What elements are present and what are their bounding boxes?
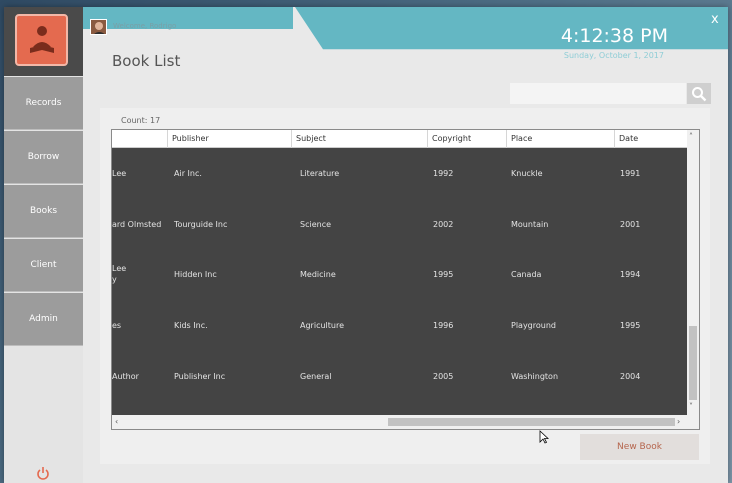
table-row[interactable]: Author Publisher Inc General 2005 Washin… — [112, 350, 687, 401]
sidebar-item-label: Borrow — [27, 152, 60, 162]
sidebar-item-borrow[interactable]: Borrow — [4, 131, 83, 184]
scroll-right-icon[interactable]: › — [677, 417, 680, 426]
grid-header: Publisher Subject Copyright Place Date — [112, 130, 687, 148]
cell-subject: Science — [300, 220, 332, 229]
cell-publisher: Hidden Inc — [174, 270, 217, 279]
welcome-text: Welcome, Rodrigo — [113, 22, 177, 30]
table-row[interactable]: ard Olmsted Tourguide Inc Science 2002 M… — [112, 199, 687, 250]
cell-author: Lee y — [112, 264, 127, 284]
cell-date: 1995 — [620, 321, 641, 330]
sidebar-item-books[interactable]: Books — [4, 185, 83, 238]
cell-publisher: Publisher Inc — [174, 372, 226, 381]
column-header-publisher[interactable]: Publisher — [168, 130, 292, 148]
clock-date: Sunday, October 1, 2017 — [563, 51, 664, 60]
cell-author: ard Olmsted — [112, 220, 162, 229]
sidebar-item-label: Admin — [29, 314, 58, 324]
cell-copyright: 2005 — [433, 372, 454, 381]
scroll-left-icon[interactable]: ‹ — [115, 417, 118, 426]
sidebar-item-records[interactable]: Records — [4, 77, 83, 130]
vertical-scrollbar[interactable]: ˄ ˅ — [687, 130, 699, 416]
reader-icon — [15, 14, 68, 66]
cell-author: es — [112, 321, 122, 330]
new-book-button[interactable]: New Book — [580, 434, 699, 460]
cell-date: 1991 — [620, 169, 641, 178]
horizontal-scroll-thumb[interactable] — [388, 418, 675, 426]
table-row[interactable]: Lee y Hidden Inc Medicine 1995 Canada 19… — [112, 249, 687, 300]
cell-subject: Medicine — [300, 270, 336, 279]
search-icon — [692, 86, 707, 101]
sidebar: Records Borrow Books Client Admin — [4, 7, 83, 483]
cell-place: Washington — [511, 372, 559, 381]
cell-publisher: Kids Inc. — [174, 321, 208, 330]
header: Welcome, Rodrigo Book List 4:12:38 PM Su… — [83, 7, 728, 73]
search-input[interactable] — [510, 83, 686, 104]
cell-subject: Literature — [300, 169, 340, 178]
cell-author: Author — [112, 372, 139, 381]
avatar — [90, 19, 107, 35]
cell-place: Mountain — [511, 220, 549, 229]
sidebar-item-label: Client — [30, 260, 57, 270]
cell-publisher: Tourguide Inc — [174, 220, 228, 229]
cell-date: 1994 — [620, 270, 641, 279]
scroll-down-icon[interactable]: ˅ — [689, 402, 693, 411]
horizontal-scrollbar[interactable]: ‹ › — [112, 415, 699, 429]
cell-publisher: Air Inc. — [174, 169, 202, 178]
cell-place: Knuckle — [511, 169, 543, 178]
table-row[interactable]: Lee Air Inc. Literature 1992 Knuckle 199… — [112, 148, 687, 199]
cell-place: Playground — [511, 321, 556, 330]
cell-subject: General — [300, 372, 332, 381]
cell-author: Lee — [112, 169, 127, 178]
sidebar-item-label: Books — [29, 206, 58, 216]
column-header-place[interactable]: Place — [507, 130, 615, 148]
sidebar-item-label: Records — [25, 98, 62, 108]
record-count: Count: 17 — [121, 116, 161, 125]
column-header-date[interactable]: Date — [615, 130, 687, 148]
cell-place: Canada — [511, 270, 542, 279]
cell-copyright: 1992 — [433, 169, 454, 178]
scroll-up-icon[interactable]: ˄ — [689, 132, 693, 141]
logo-area — [4, 7, 83, 76]
mouse-cursor-icon — [539, 429, 550, 448]
vertical-scroll-thumb[interactable] — [689, 326, 697, 400]
cell-copyright: 1996 — [433, 321, 454, 330]
cell-copyright: 1995 — [433, 270, 454, 279]
grid-body: Lee Air Inc. Literature 1992 Knuckle 199… — [112, 148, 687, 415]
close-button[interactable]: x — [711, 12, 719, 27]
sidebar-item-admin[interactable]: Admin — [4, 293, 83, 346]
page-title: Book List — [112, 52, 181, 70]
column-header-copyright[interactable]: Copyright — [428, 130, 507, 148]
cell-date: 2001 — [620, 220, 641, 229]
search-button[interactable] — [687, 83, 711, 104]
app-window: Records Borrow Books Client Admin Welcom… — [4, 7, 728, 483]
column-header-author[interactable] — [112, 130, 168, 148]
column-header-subject[interactable]: Subject — [292, 130, 428, 148]
table-row[interactable]: es Kids Inc. Agriculture 1996 Playground… — [112, 300, 687, 351]
cell-date: 2004 — [620, 372, 641, 381]
cell-copyright: 2002 — [433, 220, 454, 229]
power-icon[interactable] — [36, 465, 50, 480]
book-grid[interactable]: Publisher Subject Copyright Place Date L… — [111, 129, 700, 430]
sidebar-item-client[interactable]: Client — [4, 239, 83, 292]
cell-subject: Agriculture — [300, 321, 344, 330]
clock-time: 4:12:38 PM — [560, 25, 668, 47]
